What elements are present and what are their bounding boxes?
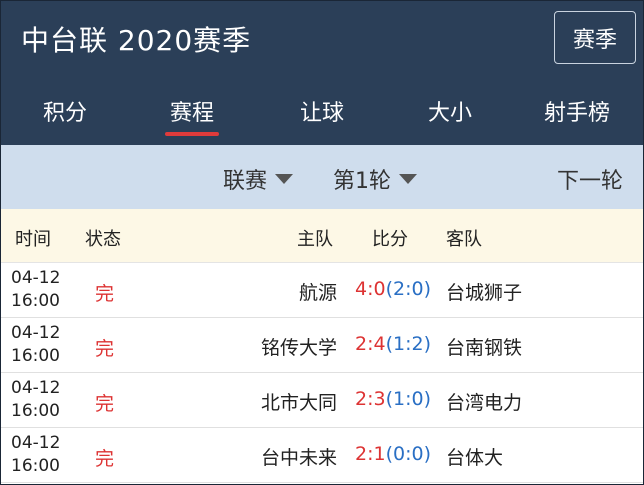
- away-team: 台南钢铁: [446, 337, 523, 359]
- home-team: 铭传大学: [260, 337, 337, 359]
- full-time-score: 4:0: [355, 278, 386, 300]
- match-row[interactable]: 04-12 16:00 完 台中未来 2:1(0:0) 台体大: [1, 428, 643, 483]
- tab-bar: 积分 赛程 让球 大小 射手榜: [1, 79, 643, 145]
- caret-down-icon: [399, 174, 417, 184]
- home-team: 北市大同: [260, 392, 337, 414]
- half-time-score: (1:0): [385, 388, 431, 410]
- half-time-score: (2:0): [385, 278, 431, 300]
- match-status: 完: [95, 393, 115, 415]
- match-time: 16:00: [11, 346, 60, 366]
- away-team: 台城狮子: [446, 282, 523, 304]
- column-header-away: 客队: [446, 229, 482, 250]
- league-dropdown-label: 联赛: [223, 169, 268, 194]
- match-datetime: 04-12 16:00: [11, 432, 60, 478]
- match-row[interactable]: 04-12 16:00 完 北市大同 2:3(1:0) 台湾电力: [1, 373, 643, 428]
- column-header-home: 主队: [297, 229, 333, 250]
- match-list: 04-12 16:00 完 航源 4:0(2:0) 台城狮子 04-12 16:…: [1, 263, 643, 483]
- league-dropdown[interactable]: 联赛: [223, 163, 294, 195]
- active-tab-indicator: [165, 132, 219, 136]
- full-time-score: 2:1: [355, 443, 386, 465]
- match-row[interactable]: 04-12 16:00 完 铭传大学 2:4(1:2) 台南钢铁: [1, 318, 643, 373]
- column-header-time: 时间: [15, 229, 51, 250]
- match-score: 2:3(1:0): [355, 388, 431, 410]
- match-date: 04-12: [11, 378, 61, 398]
- home-team: 航源: [298, 282, 337, 304]
- column-header-status: 状态: [85, 229, 121, 250]
- match-datetime: 04-12 16:00: [11, 267, 60, 313]
- match-date: 04-12: [11, 323, 61, 343]
- next-round-button[interactable]: 下一轮: [557, 163, 623, 195]
- tab-schedule[interactable]: 赛程: [170, 95, 214, 127]
- round-dropdown-label: 第1轮: [333, 169, 391, 194]
- match-time: 16:00: [11, 456, 60, 476]
- match-time: 16:00: [11, 401, 60, 421]
- half-time-score: (1:2): [385, 333, 431, 355]
- app-frame: 中台联 2020赛季 赛季 积分 赛程 让球 大小 射手榜 联赛 第1轮 下一轮…: [0, 0, 644, 485]
- column-header-score: 比分: [372, 229, 408, 250]
- match-time: 16:00: [11, 291, 60, 311]
- filter-bar: 联赛 第1轮 下一轮: [1, 145, 643, 209]
- tab-standings[interactable]: 积分: [43, 95, 87, 127]
- tab-over-under[interactable]: 大小: [428, 95, 472, 127]
- match-date: 04-12: [11, 268, 61, 288]
- home-team: 台中未来: [260, 447, 337, 469]
- tab-top-scorers[interactable]: 射手榜: [544, 95, 610, 127]
- match-score: 2:4(1:2): [355, 333, 431, 355]
- full-time-score: 2:4: [355, 333, 386, 355]
- app-header: 中台联 2020赛季 赛季: [1, 1, 643, 79]
- match-row[interactable]: 04-12 16:00 完 航源 4:0(2:0) 台城狮子: [1, 263, 643, 318]
- round-dropdown[interactable]: 第1轮: [333, 163, 417, 195]
- match-date: 04-12: [11, 433, 61, 453]
- half-time-score: (0:0): [385, 443, 431, 465]
- match-score: 4:0(2:0): [355, 278, 431, 300]
- caret-down-icon: [275, 174, 294, 184]
- season-button[interactable]: 赛季: [554, 11, 636, 64]
- table-header: 时间 状态 主队 比分 客队: [1, 209, 643, 263]
- away-team: 台湾电力: [446, 392, 523, 414]
- tab-handicap[interactable]: 让球: [300, 95, 344, 127]
- match-status: 完: [95, 338, 115, 360]
- match-datetime: 04-12 16:00: [11, 322, 60, 368]
- page-title: 中台联 2020赛季: [21, 24, 252, 57]
- match-score: 2:1(0:0): [355, 443, 431, 465]
- full-time-score: 2:3: [355, 388, 386, 410]
- match-status: 完: [95, 448, 115, 470]
- away-team: 台体大: [446, 447, 504, 469]
- match-status: 完: [95, 283, 115, 305]
- match-datetime: 04-12 16:00: [11, 377, 60, 423]
